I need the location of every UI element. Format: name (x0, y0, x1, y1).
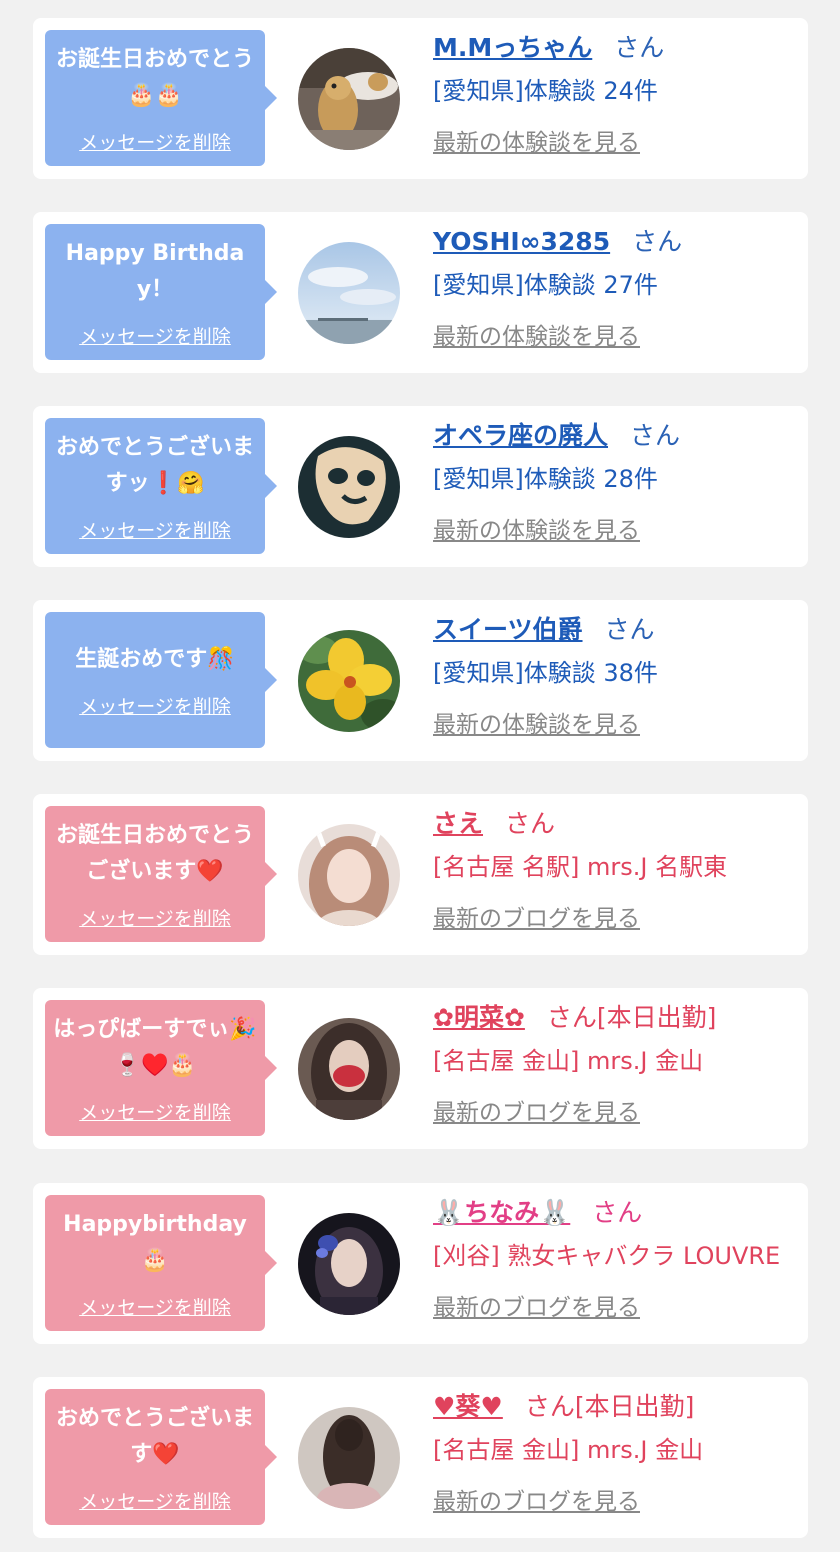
message-bubble: はっぴばーすでぃ🎉🍷♥️🎂 メッセージを削除 (45, 1000, 277, 1136)
user-description: [愛知県]体験談 27件 (433, 271, 658, 299)
user-info: 🐰ちなみ🐰 さん [刈谷] 熟女キャバクラ LOUVRE 最新のブログを見る (433, 1193, 803, 1325)
latest-post-link[interactable]: 最新の体験談を見る (433, 320, 640, 354)
delete-message-link[interactable]: メッセージを削除 (79, 128, 231, 155)
user-info: スイーツ伯爵 さん [愛知県]体験談 38件 最新の体験談を見る (433, 610, 803, 742)
honorific: さん (505, 809, 556, 838)
user-name-link[interactable]: オペラ座の廃人 (433, 421, 608, 450)
honorific: さん (614, 33, 665, 62)
user-name-link[interactable]: M.Mっちゃん (433, 33, 592, 62)
user-info: YOSHI∞3285 さん [愛知県]体験談 27件 最新の体験談を見る (433, 222, 803, 354)
latest-post-link[interactable]: 最新のブログを見る (433, 902, 640, 936)
user-description: [名古屋 金山] mrs.J 金山 (433, 1436, 704, 1464)
delete-message-link[interactable]: メッセージを削除 (79, 516, 231, 543)
delete-message-link[interactable]: メッセージを削除 (79, 1098, 231, 1125)
message-bubble: Happy Birthday！ メッセージを削除 (45, 224, 277, 360)
delete-message-link[interactable]: メッセージを削除 (79, 692, 231, 719)
user-name-link[interactable]: YOSHI∞3285 (433, 227, 610, 256)
honorific: さん (592, 1198, 643, 1227)
message-card: 生誕おめです🎊 メッセージを削除 スイーツ伯爵 さん [愛知県]体験談 38件 最… (33, 600, 808, 761)
honorific: さん (604, 615, 655, 644)
message-text: おめでとうございます❤️ (55, 1405, 254, 1467)
message-card: Happy Birthday！ メッセージを削除 YOSHI∞3285 さん [… (33, 212, 808, 373)
honorific: さん (632, 227, 683, 256)
message-bubble: お誕生日おめでとう🎂🎂 メッセージを削除 (45, 30, 277, 166)
message-text: おめでとうございますッ❗🤗 (55, 434, 254, 496)
message-bubble: Happybirthday🎂 メッセージを削除 (45, 1195, 277, 1331)
latest-post-link[interactable]: 最新の体験談を見る (433, 514, 640, 548)
user-name-link[interactable]: ✿明菜✿ (433, 1003, 525, 1032)
message-text: はっぴばーすでぃ🎉🍷♥️🎂 (53, 1016, 257, 1078)
message-bubble: お誕生日おめでとうございます❤️ メッセージを削除 (45, 806, 277, 942)
message-bubble: おめでとうございますッ❗🤗 メッセージを削除 (45, 418, 277, 554)
latest-post-link[interactable]: 最新の体験談を見る (433, 708, 640, 742)
latest-post-link[interactable]: 最新のブログを見る (433, 1096, 640, 1130)
user-name-link[interactable]: ♥葵♥ (433, 1392, 503, 1421)
user-description: [刈谷] 熟女キャバクラ LOUVRE (433, 1242, 781, 1270)
message-text: お誕生日おめでとう🎂🎂 (55, 46, 254, 108)
honorific: さん[本日出勤] (546, 1003, 717, 1032)
user-description: [愛知県]体験談 24件 (433, 77, 658, 105)
user-info: さえ さん [名古屋 名駅] mrs.J 名駅東 最新のブログを見る (433, 804, 803, 936)
avatar[interactable] (298, 1213, 400, 1315)
avatar[interactable] (298, 242, 400, 344)
latest-post-link[interactable]: 最新の体験談を見る (433, 126, 640, 160)
user-info: M.Mっちゃん さん [愛知県]体験談 24件 最新の体験談を見る (433, 28, 803, 160)
delete-message-link[interactable]: メッセージを削除 (79, 322, 231, 349)
user-info: ✿明菜✿ さん[本日出勤] [名古屋 金山] mrs.J 金山 最新のブログを見る (433, 998, 803, 1130)
latest-post-link[interactable]: 最新のブログを見る (433, 1291, 640, 1325)
delete-message-link[interactable]: メッセージを削除 (79, 904, 231, 931)
message-text: お誕生日おめでとうございます❤️ (55, 822, 254, 884)
user-name-link[interactable]: スイーツ伯爵 (433, 615, 583, 644)
user-description: [愛知県]体験談 38件 (433, 659, 658, 687)
message-card: おめでとうございますッ❗🤗 メッセージを削除 オペラ座の廃人 さん [愛知県]体験… (33, 406, 808, 567)
user-name-link[interactable]: 🐰ちなみ🐰 (433, 1198, 570, 1227)
user-description: [名古屋 金山] mrs.J 金山 (433, 1047, 704, 1075)
avatar[interactable] (298, 1018, 400, 1120)
message-card: お誕生日おめでとう🎂🎂 メッセージを削除 M.Mっちゃん さん [愛知県]体験談 … (33, 18, 808, 179)
honorific: さん (630, 421, 681, 450)
message-text: Happybirthday🎂 (63, 1211, 247, 1273)
user-info: ♥葵♥ さん[本日出勤] [名古屋 金山] mrs.J 金山 最新のブログを見る (433, 1387, 803, 1519)
avatar[interactable] (298, 824, 400, 926)
user-description: [名古屋 名駅] mrs.J 名駅東 (433, 853, 728, 881)
message-card: お誕生日おめでとうございます❤️ メッセージを削除 さえ さん [名古屋 名駅] … (33, 794, 808, 955)
avatar[interactable] (298, 436, 400, 538)
message-card: Happybirthday🎂 メッセージを削除 🐰ちなみ🐰 さん [刈谷] 熟女キ… (33, 1183, 808, 1344)
avatar[interactable] (298, 630, 400, 732)
message-text: Happy Birthday！ (65, 240, 245, 302)
birthday-message-list: お誕生日おめでとう🎂🎂 メッセージを削除 M.Mっちゃん さん [愛知県]体験談 … (0, 0, 840, 1552)
user-description: [愛知県]体験談 28件 (433, 465, 658, 493)
avatar[interactable] (298, 48, 400, 150)
message-card: はっぴばーすでぃ🎉🍷♥️🎂 メッセージを削除 ✿明菜✿ さん[本日出勤] [名古屋… (33, 988, 808, 1149)
user-name-link[interactable]: さえ (433, 809, 483, 838)
honorific: さん[本日出勤] (524, 1392, 695, 1421)
message-card: おめでとうございます❤️ メッセージを削除 ♥葵♥ さん[本日出勤] [名古屋 金… (33, 1377, 808, 1538)
delete-message-link[interactable]: メッセージを削除 (79, 1487, 231, 1514)
user-info: オペラ座の廃人 さん [愛知県]体験談 28件 最新の体験談を見る (433, 416, 803, 548)
delete-message-link[interactable]: メッセージを削除 (79, 1293, 231, 1320)
message-bubble: おめでとうございます❤️ メッセージを削除 (45, 1389, 277, 1525)
message-text: 生誕おめです🎊 (75, 646, 235, 672)
message-bubble: 生誕おめです🎊 メッセージを削除 (45, 612, 277, 748)
avatar[interactable] (298, 1407, 400, 1509)
latest-post-link[interactable]: 最新のブログを見る (433, 1485, 640, 1519)
